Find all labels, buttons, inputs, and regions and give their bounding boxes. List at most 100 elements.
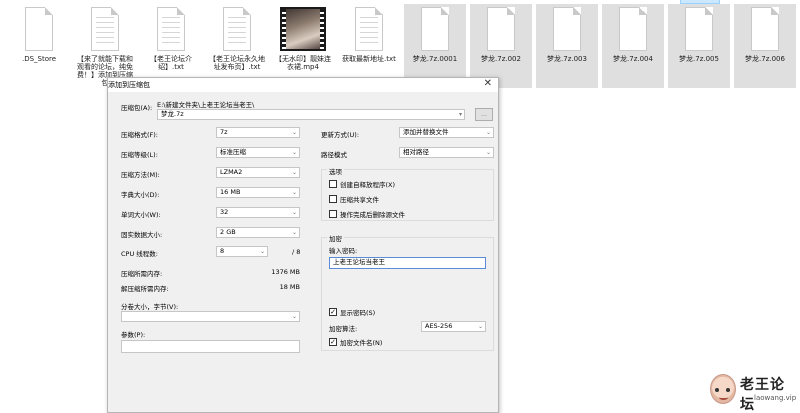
show-password-label: 显示密码(S): [340, 309, 376, 317]
sfx-checkbox[interactable]: 创建自释放程序(X): [329, 179, 395, 189]
enc-method-label: 加密算法:: [329, 325, 358, 333]
blank-file-icon: [751, 7, 779, 51]
shared-label: 压缩共享文件: [340, 196, 379, 204]
file-name: 梦龙.7z.006: [745, 55, 785, 63]
blank-file-icon: [619, 7, 647, 51]
params-label: 参数(P):: [121, 331, 146, 339]
method-value: LZMA2: [220, 168, 243, 176]
browse-button[interactable]: ...: [475, 108, 493, 121]
cpu-value: 8: [220, 247, 225, 255]
level-label: 压缩等级(L):: [121, 151, 158, 159]
chevron-down-icon: ⌄: [291, 313, 297, 320]
file-name: 梦龙.7z.002: [481, 55, 521, 63]
file-name: 获取最新地址.txt: [342, 55, 396, 63]
delete-label: 操作完成后删除源文件: [340, 211, 405, 219]
password-input[interactable]: 上老王论坛当老王: [329, 257, 486, 269]
text-file-icon: [157, 7, 185, 51]
watermark-domain: laowang.vip: [754, 394, 797, 402]
blank-file-icon: [685, 7, 713, 51]
cpu-total: / 8: [292, 248, 301, 256]
blank-file-icon: [421, 7, 449, 51]
chevron-down-icon: ⌄: [477, 323, 483, 330]
file-item[interactable]: 梦龙.7z.002: [470, 4, 532, 88]
update-value: 添加并替换文件: [403, 128, 449, 136]
blank-file-icon: [25, 7, 53, 51]
encrypt-names-checkbox[interactable]: ✓ 加密文件名(N): [329, 337, 382, 347]
archive-name-combo[interactable]: 梦龙.7z ▾: [157, 109, 465, 120]
update-select[interactable]: 添加并替换文件 ⌄: [399, 127, 494, 138]
enc-method-select[interactable]: AES-256 ⌄: [421, 321, 486, 332]
dict-value: 16 MB: [220, 188, 241, 196]
chevron-down-icon: ⌄: [259, 248, 265, 255]
text-file-icon: [91, 7, 119, 51]
level-value: 标准压缩: [220, 148, 246, 156]
blank-file-icon: [487, 7, 515, 51]
file-item[interactable]: 梦龙.7z.0001: [404, 4, 466, 88]
word-select[interactable]: 32 ⌄: [216, 207, 300, 218]
file-name: 梦龙.7z.0001: [412, 55, 458, 63]
file-item[interactable]: 【老王论坛介绍】.txt: [140, 4, 202, 88]
delete-checkbox[interactable]: 操作完成后删除源文件: [329, 209, 405, 219]
mem-decomp-label: 解压缩所需内存:: [121, 285, 169, 293]
file-name: 【老王论坛介绍】.txt: [150, 55, 192, 71]
path-mode-label: 路径模式: [321, 151, 347, 159]
options-title: 选项: [327, 166, 344, 176]
file-item[interactable]: 梦龙.7z.005: [668, 4, 730, 88]
text-file-icon: [223, 7, 251, 51]
chevron-down-icon: ⌄: [291, 209, 297, 216]
show-password-checkbox[interactable]: ✓ 显示密码(S): [329, 307, 375, 317]
file-item[interactable]: 梦龙.7z.004: [602, 4, 664, 88]
chevron-down-icon: ▾: [458, 111, 462, 118]
method-select[interactable]: LZMA2 ⌄: [216, 167, 300, 178]
file-name: .DS_Store: [21, 55, 57, 63]
mem-comp-label: 压缩所需内存:: [121, 270, 163, 278]
checkbox-box: [329, 210, 337, 218]
dialog-titlebar: 添加到压缩包 ✕: [108, 78, 498, 92]
params-input[interactable]: [121, 340, 300, 353]
file-name: 【无水印】靓妹连衣裙.mp4: [275, 55, 331, 71]
solid-value: 2 GB: [220, 228, 236, 236]
watermark-logo: 老王论坛 laowang.vip: [710, 372, 798, 413]
file-item[interactable]: 梦龙.7z.003: [536, 4, 598, 88]
chevron-down-icon: ⌄: [291, 169, 297, 176]
encryption-title: 加密: [327, 233, 344, 243]
mem-decomp-value: 18 MB: [279, 283, 300, 291]
dialog-title: 添加到压缩包: [108, 81, 150, 89]
chevron-down-icon: ⌄: [291, 149, 297, 156]
cpu-select[interactable]: 8 ⌄: [216, 246, 268, 257]
password-value: 上老王论坛当老王: [333, 258, 385, 266]
shared-checkbox[interactable]: 压缩共享文件: [329, 194, 379, 204]
split-label: 分卷大小，字节(V):: [121, 303, 179, 311]
solid-label: 固实数据大小:: [121, 231, 163, 239]
enc-method-value: AES-256: [425, 322, 453, 330]
file-item[interactable]: .DS_Store: [8, 4, 70, 88]
file-name: 【老王论坛永久地址发布页】.txt: [209, 55, 265, 71]
encrypt-names-label: 加密文件名(N): [340, 339, 383, 347]
level-select[interactable]: 标准压缩 ⌄: [216, 147, 300, 158]
chevron-down-icon: ⌄: [291, 189, 297, 196]
file-item[interactable]: 【老王论坛永久地址发布页】.txt: [206, 4, 268, 88]
checkbox-box: [329, 180, 337, 188]
close-icon[interactable]: ✕: [484, 79, 492, 89]
file-item[interactable]: 梦龙.7z.006: [734, 4, 796, 88]
blank-file-icon: [553, 7, 581, 51]
archive-path: E:\新建文件夹\上老王论坛当老王\: [157, 101, 255, 109]
mem-comp-value: 1376 MB: [271, 268, 300, 276]
solid-select[interactable]: 2 GB ⌄: [216, 227, 300, 238]
file-name: 梦龙.7z.005: [679, 55, 719, 63]
file-item[interactable]: 【来了就能下载和观看的论坛，纯免费！】添加到压缩包: [74, 4, 136, 88]
file-name: 梦龙.7z.003: [547, 55, 587, 63]
split-select[interactable]: ⌄: [121, 311, 300, 322]
video-thumbnail-icon: [280, 7, 326, 51]
file-item[interactable]: 【无水印】靓妹连衣裙.mp4: [272, 4, 334, 88]
format-select[interactable]: 7z ⌄: [216, 127, 300, 138]
file-item[interactable]: 获取最新地址.txt: [338, 4, 400, 88]
update-label: 更新方式(U):: [321, 131, 360, 139]
checkbox-box: [329, 195, 337, 203]
path-mode-select[interactable]: 相对路径 ⌄: [399, 147, 494, 158]
dict-label: 字典大小(D):: [121, 191, 160, 199]
dict-select[interactable]: 16 MB ⌄: [216, 187, 300, 198]
archive-name-value: 梦龙.7z: [161, 110, 184, 118]
method-label: 压缩方法(M):: [121, 171, 160, 179]
word-label: 单词大小(W):: [121, 211, 161, 219]
